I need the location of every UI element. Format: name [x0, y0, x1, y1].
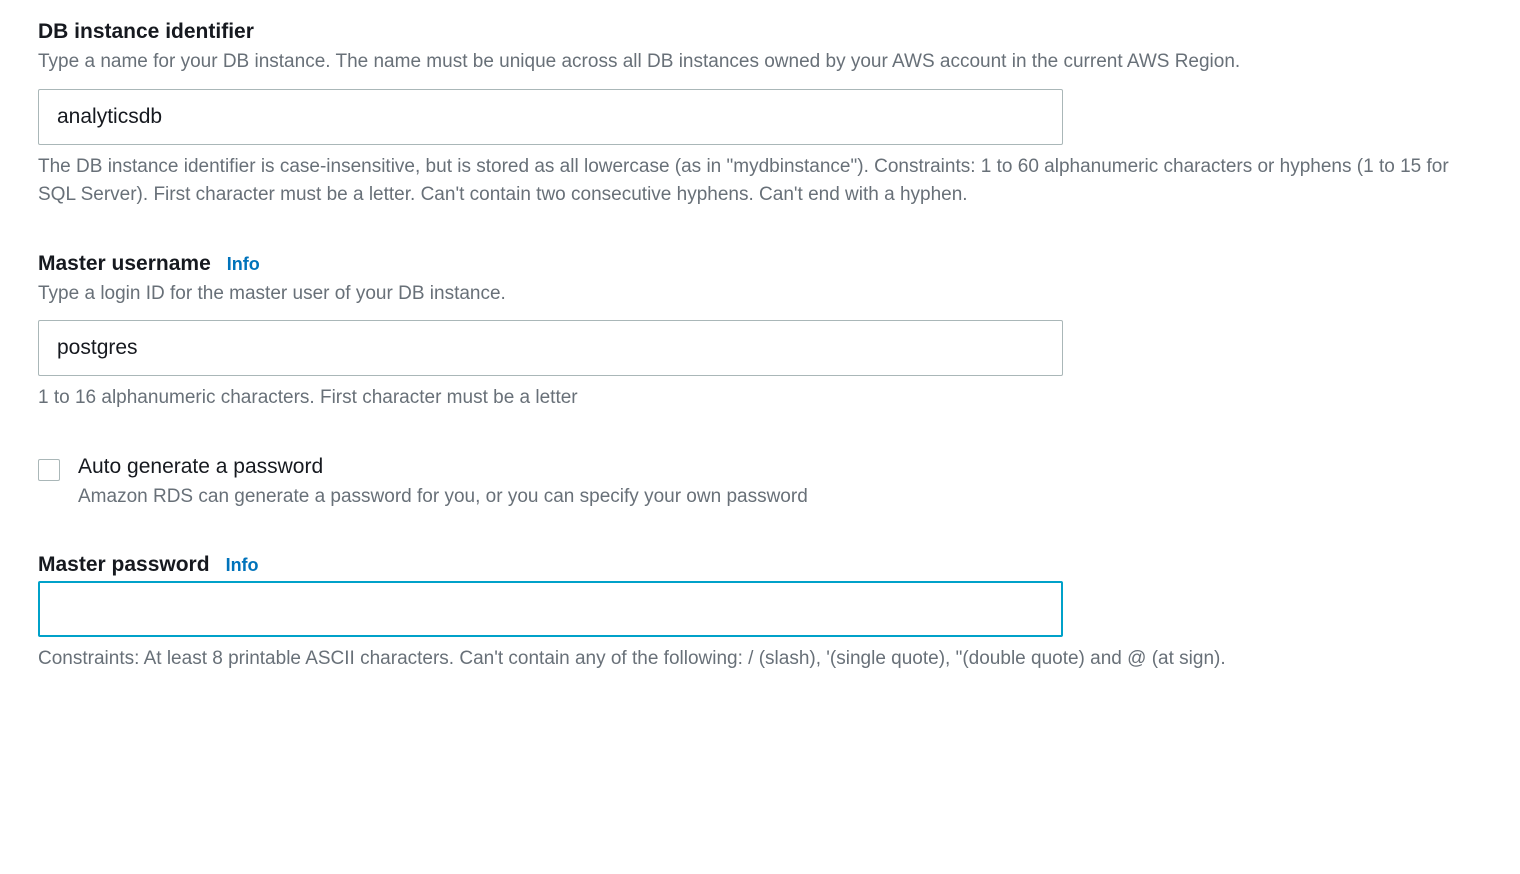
auto-generate-password-content: Auto generate a password Amazon RDS can …: [78, 455, 1482, 512]
master-username-help: 1 to 16 alphanumeric characters. First c…: [38, 384, 1482, 413]
master-username-info-link[interactable]: Info: [227, 254, 260, 275]
master-password-section: Master password Info Constraints: At lea…: [38, 553, 1482, 674]
db-identifier-description: Type a name for your DB instance. The na…: [38, 48, 1482, 77]
db-identifier-section: DB instance identifier Type a name for y…: [38, 20, 1482, 210]
db-identifier-label-text: DB instance identifier: [38, 20, 254, 44]
auto-generate-password-row: Auto generate a password Amazon RDS can …: [38, 455, 1482, 512]
db-identifier-help: The DB instance identifier is case-insen…: [38, 153, 1482, 210]
master-password-info-link[interactable]: Info: [226, 555, 259, 576]
master-password-input[interactable]: [38, 581, 1063, 637]
master-username-label-text: Master username: [38, 252, 211, 276]
master-username-label: Master username Info: [38, 252, 1482, 276]
master-username-section: Master username Info Type a login ID for…: [38, 252, 1482, 413]
auto-generate-password-label: Auto generate a password: [78, 455, 1482, 479]
master-password-label: Master password Info: [38, 553, 1482, 577]
master-username-input[interactable]: [38, 320, 1063, 376]
auto-generate-password-description: Amazon RDS can generate a password for y…: [78, 483, 1482, 512]
auto-generate-password-checkbox[interactable]: [38, 459, 60, 481]
db-identifier-input[interactable]: [38, 89, 1063, 145]
master-password-label-text: Master password: [38, 553, 210, 577]
db-identifier-label: DB instance identifier: [38, 20, 1482, 44]
master-username-description: Type a login ID for the master user of y…: [38, 280, 1482, 309]
master-password-help: Constraints: At least 8 printable ASCII …: [38, 645, 1482, 674]
